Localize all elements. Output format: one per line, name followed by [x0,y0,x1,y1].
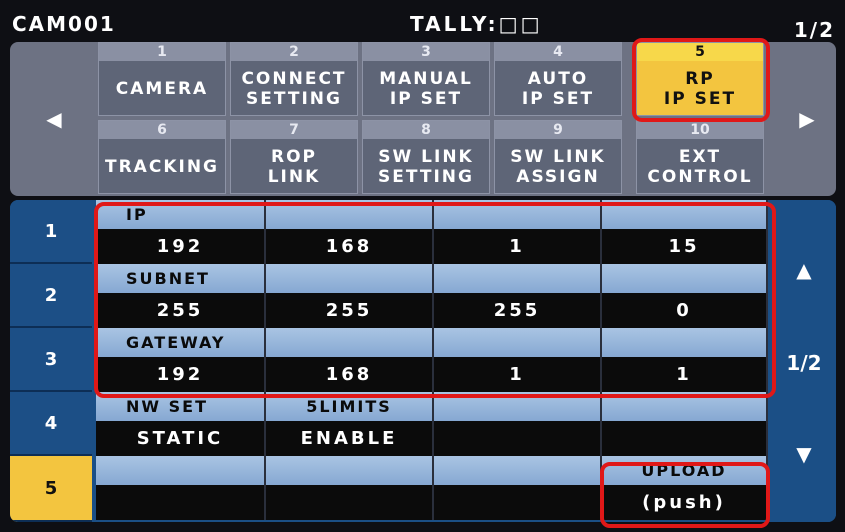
menu-item-number: 4 [553,44,563,60]
active-menu-highlight [632,38,770,122]
menu-item-tracking[interactable]: 6 TRACKING [98,120,226,194]
arrow-right-icon: ▶ [799,107,815,131]
tally-indicator: TALLY:□□ [410,12,543,36]
scroll-down-button[interactable]: ▼ [772,386,836,522]
scroll-column: ▲ 1/2 ▼ [772,200,836,522]
menu-item-camera[interactable]: 1 CAMERA [98,42,226,116]
cell-value [96,485,264,520]
empty-cell [96,456,266,520]
status-bar: CAM001 TALLY:□□ 1/2 [0,8,845,42]
arrow-up-icon: ▲ [796,258,812,282]
row-number: 1 [10,200,92,264]
menu-item-number: 1 [157,44,167,60]
camera-setup-screen: CAM001 TALLY:□□ 1/2 ◀ 1 CAMERA 2 CONNECT… [0,0,845,532]
cell-header [434,456,600,485]
menu-item-label: MANUAL IP SET [379,69,473,109]
row-number-active: 5 [10,456,92,522]
empty-cell [434,392,602,456]
menu-item-sw-link-assign[interactable]: 9 SW LINK ASSIGN [494,120,622,194]
cell-value: STATIC [96,421,264,456]
menu-next-button[interactable]: ▶ [778,42,836,196]
menu-item-label: SW LINK SETTING [378,147,474,187]
menu-page-indicator: 1/2 [793,18,835,42]
menu-item-label: CAMERA [115,79,209,99]
address-highlight [94,202,776,398]
camera-id: CAM001 [12,12,116,36]
menu-prev-button[interactable]: ◀ [10,42,98,196]
nw-set-cell[interactable]: NW SET STATIC [96,392,266,456]
cell-value [434,421,600,456]
cell-header [266,456,432,485]
menu-item-label: ROP LINK [267,147,321,187]
menu-item-rop-link[interactable]: 7 ROP LINK [230,120,358,194]
menu-item-number: 2 [289,44,299,60]
menu-item-number: 8 [421,122,431,138]
menu-item-label: CONNECT SETTING [241,69,347,109]
list-page-indicator: 1/2 [786,351,822,375]
menu-item-number: 10 [690,122,710,138]
menu-item-auto-ip-set[interactable]: 4 AUTO IP SET [494,42,622,116]
cell-header [96,456,264,485]
cell-value [434,485,600,520]
menu-item-label: SW LINK ASSIGN [510,147,606,187]
arrow-left-icon: ◀ [46,107,62,131]
cell-value [602,421,766,456]
row-number: 3 [10,328,92,392]
empty-cell [602,392,768,456]
menu-item-number: 9 [553,122,563,138]
row-number: 4 [10,392,92,456]
menu-item-sw-link-setting[interactable]: 8 SW LINK SETTING [362,120,490,194]
empty-cell [266,456,434,520]
menu-item-label: TRACKING [105,157,219,177]
menu-item-label: AUTO IP SET [521,69,595,109]
arrow-down-icon: ▼ [796,442,812,466]
menu-item-ext-control[interactable]: 10 EXT CONTROL [636,120,764,194]
limits-cell[interactable]: 5LIMITS ENABLE [266,392,434,456]
menu-item-number: 6 [157,122,167,138]
cell-value [266,485,432,520]
menu-item-number: 7 [289,122,299,138]
menu-item-connect-setting[interactable]: 2 CONNECT SETTING [230,42,358,116]
menu-item-label: EXT CONTROL [647,147,753,187]
menu-item-manual-ip-set[interactable]: 3 MANUAL IP SET [362,42,490,116]
cell-value: ENABLE [266,421,432,456]
empty-cell [434,456,602,520]
upload-highlight [600,462,770,528]
row-number: 2 [10,264,92,328]
scroll-up-button[interactable]: ▲ [772,200,836,340]
menu-item-number: 3 [421,44,431,60]
table-row: NW SET STATIC 5LIMITS ENABLE [96,392,768,456]
